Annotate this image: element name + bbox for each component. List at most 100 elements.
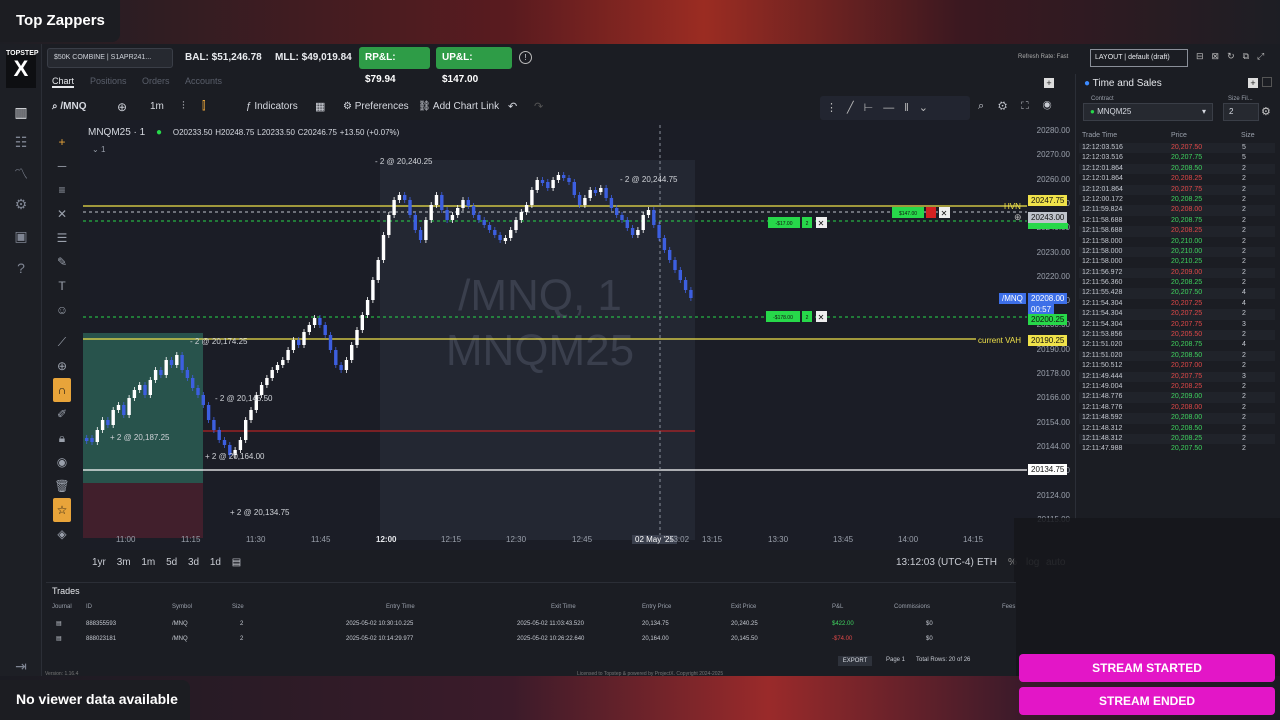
tab-orders[interactable]: Orders [142,76,170,86]
tab-accounts[interactable]: Accounts [185,76,222,86]
zoom-icon[interactable]: ⊕ [53,354,71,378]
price-axis[interactable]: 20280.0020270.0020260.0020250.0020240.00… [1020,120,1070,540]
trades-col-header[interactable]: ID [86,604,92,610]
trades-col-header[interactable]: Entry Price [642,604,671,610]
groups-icon[interactable]: ☷ [11,134,31,152]
preferences-button[interactable]: ⚙ Preferences [343,101,409,112]
order-tp[interactable]: $147.00 ✕ [892,207,950,218]
trades-col-header[interactable]: Fees [1002,604,1015,610]
interval-button[interactable]: 1m [150,101,164,112]
trades-col-header[interactable]: Journal [52,604,72,610]
crosshair-icon[interactable]: + [53,130,71,154]
journal-icon[interactable]: ▤ [56,632,62,647]
annotation: - 2 @ 20,240.25 [375,157,433,166]
candle-style-icon[interactable]: ⫿ [202,100,206,113]
stream-started-button[interactable]: STREAM STARTED [1019,654,1275,682]
lines-icon[interactable]: ≡ [53,178,71,202]
close-icon[interactable]: ✕ [941,209,948,218]
status-dot-icon: ● [1090,107,1098,116]
trades-col-header[interactable]: Exit Price [731,604,756,610]
tv-icon[interactable]: ▣ [11,228,31,246]
trades-col-header[interactable]: Exit Time [551,604,576,610]
range-3d[interactable]: 3d [188,557,199,568]
templates-icon[interactable]: ▦ [315,100,325,113]
layers-icon[interactable]: ◈ [53,522,71,546]
lock-icon[interactable]: 🔒︎ [53,426,71,450]
text-icon[interactable]: T [53,274,71,298]
size-filter-input[interactable]: 2 [1223,103,1259,121]
trades-col-header[interactable]: P&L [832,604,843,610]
range-1m[interactable]: 1m [141,557,155,568]
trend-icon[interactable]: 〽 [11,164,31,182]
trades-row[interactable]: ▤ 888355593/MNQ 2 2025-05-02 10:30:10.225 20… [46,617,1016,632]
gear-icon[interactable]: ⚙ [1261,105,1271,118]
contract-select[interactable]: ● MNQM25 ▾ [1083,103,1213,121]
ts-price: 20,207.75 [1171,372,1203,380]
ts-price: 20,207.75 [1171,185,1203,193]
info-icon[interactable]: ! [519,51,532,64]
trades-col-header[interactable]: Symbol [172,604,192,610]
ts-col-price: Price [1171,132,1187,139]
clock[interactable]: 13:12:03 (UTC-4) [896,557,974,568]
add-alert-icon[interactable]: ⊕ [1014,212,1022,223]
export-button[interactable]: EXPORT [838,656,872,666]
trades-col-header[interactable]: Size [232,604,244,610]
eye-icon[interactable]: ◉ [53,450,71,474]
settings-icon[interactable]: ⚙ [11,196,31,214]
account-selector[interactable]: $50K COMBINE | S1APR241... [47,48,173,68]
indicators-button[interactable]: ƒ Indicators [246,101,298,112]
lock-drawing-icon[interactable]: ✐ [53,402,71,426]
symbol-search[interactable]: ⌕ /MNQ [52,101,87,112]
ts-time: 12:12:01.864 [1082,185,1123,193]
session-button[interactable]: ETH [977,557,997,568]
add-panel-icon[interactable]: + [1044,78,1054,88]
unrealized-pnl: UP&L: $147.00 [436,47,512,85]
order-stop[interactable]: -$17.00 2 ✕ [768,217,827,228]
stream-overlay-top [0,0,1280,44]
pattern-icon[interactable]: ✕ [53,202,71,226]
tab-positions[interactable]: Positions [90,76,127,86]
order-target[interactable]: -$178.00 2 ✕ [766,311,827,322]
stream-ended-button[interactable]: STREAM ENDED [1019,687,1275,715]
brush-icon[interactable]: ✎ [53,250,71,274]
close-icon[interactable]: ✕ [818,313,825,322]
help-icon[interactable]: ? [11,260,31,278]
trades-cell: 20,164.00 [642,636,669,642]
ruler-icon[interactable]: ⟋ [53,330,71,354]
tab-chart[interactable]: Chart [52,76,75,88]
redo-icon[interactable]: ↷ [534,100,543,113]
horizontal-line-icon[interactable]: ─ [53,154,71,178]
range-1yr[interactable]: 1yr [92,557,106,568]
price-chart[interactable]: /MNQ, 1 MNQM25 - 2 @ 20,240.25 - 2 @ 20,… [80,120,1070,550]
range-3m[interactable]: 3m [117,557,131,568]
favorite-icon[interactable]: ☆ [53,498,71,522]
magnet-icon[interactable]: ∩ [53,378,71,402]
drawing-tools[interactable]: + ─ ≡ ✕ ☰ ✎ T ☺ ⟋ ⊕ ∩ ✐ 🔒︎ ◉ 🗑︎ ☆ ◈ [53,130,71,546]
trades-row[interactable]: ▤ 888023181/MNQ 2 2025-05-02 10:14:29.977 20… [46,632,1016,647]
close-icon[interactable]: ✕ [818,219,825,228]
trades-col-header[interactable]: Commissions [894,604,930,610]
chart-controls[interactable]: ⌕⚙⛶◉ [978,100,1065,113]
add-panel-icon[interactable]: + [1248,78,1258,88]
calendar-icon[interactable]: ▤ [232,557,241,568]
journal-icon[interactable]: ▤ [56,617,62,632]
logout-icon[interactable]: ⇥ [11,658,31,676]
trades-col-header[interactable]: Entry Time [386,604,415,610]
chart-link-button[interactable]: ⛓ Add Chart Link [418,101,499,112]
trash-icon[interactable]: 🗑︎ [53,474,71,498]
compare-add-icon[interactable]: ⊕ [117,100,127,114]
layout-select[interactable]: LAYOUT | default (draft) [1090,49,1188,67]
chart-candles-icon[interactable]: ▥ [11,104,31,122]
legend-collapse[interactable]: ⌄ 1 [92,145,105,154]
bar-type-icon[interactable]: ⫶ [182,100,185,113]
emoji-icon[interactable]: ☺ [53,298,71,322]
time-axis[interactable]: 11:00 11:15 11:30 11:45 12:00 12:15 12:30 12:45… [80,535,1020,549]
ts-time: 12:11:48.312 [1082,434,1123,442]
range-1d[interactable]: 1d [210,557,221,568]
window-controls[interactable]: ⊟⊠↻⧉⤢ [1196,51,1272,62]
fib-icon[interactable]: ☰ [53,226,71,250]
undo-icon[interactable]: ↶ [508,100,517,113]
drawing-toolbar[interactable]: ⋮╱⊢—‖⌄ [820,96,970,120]
maximize-icon[interactable] [1262,77,1272,87]
range-5d[interactable]: 5d [166,557,177,568]
